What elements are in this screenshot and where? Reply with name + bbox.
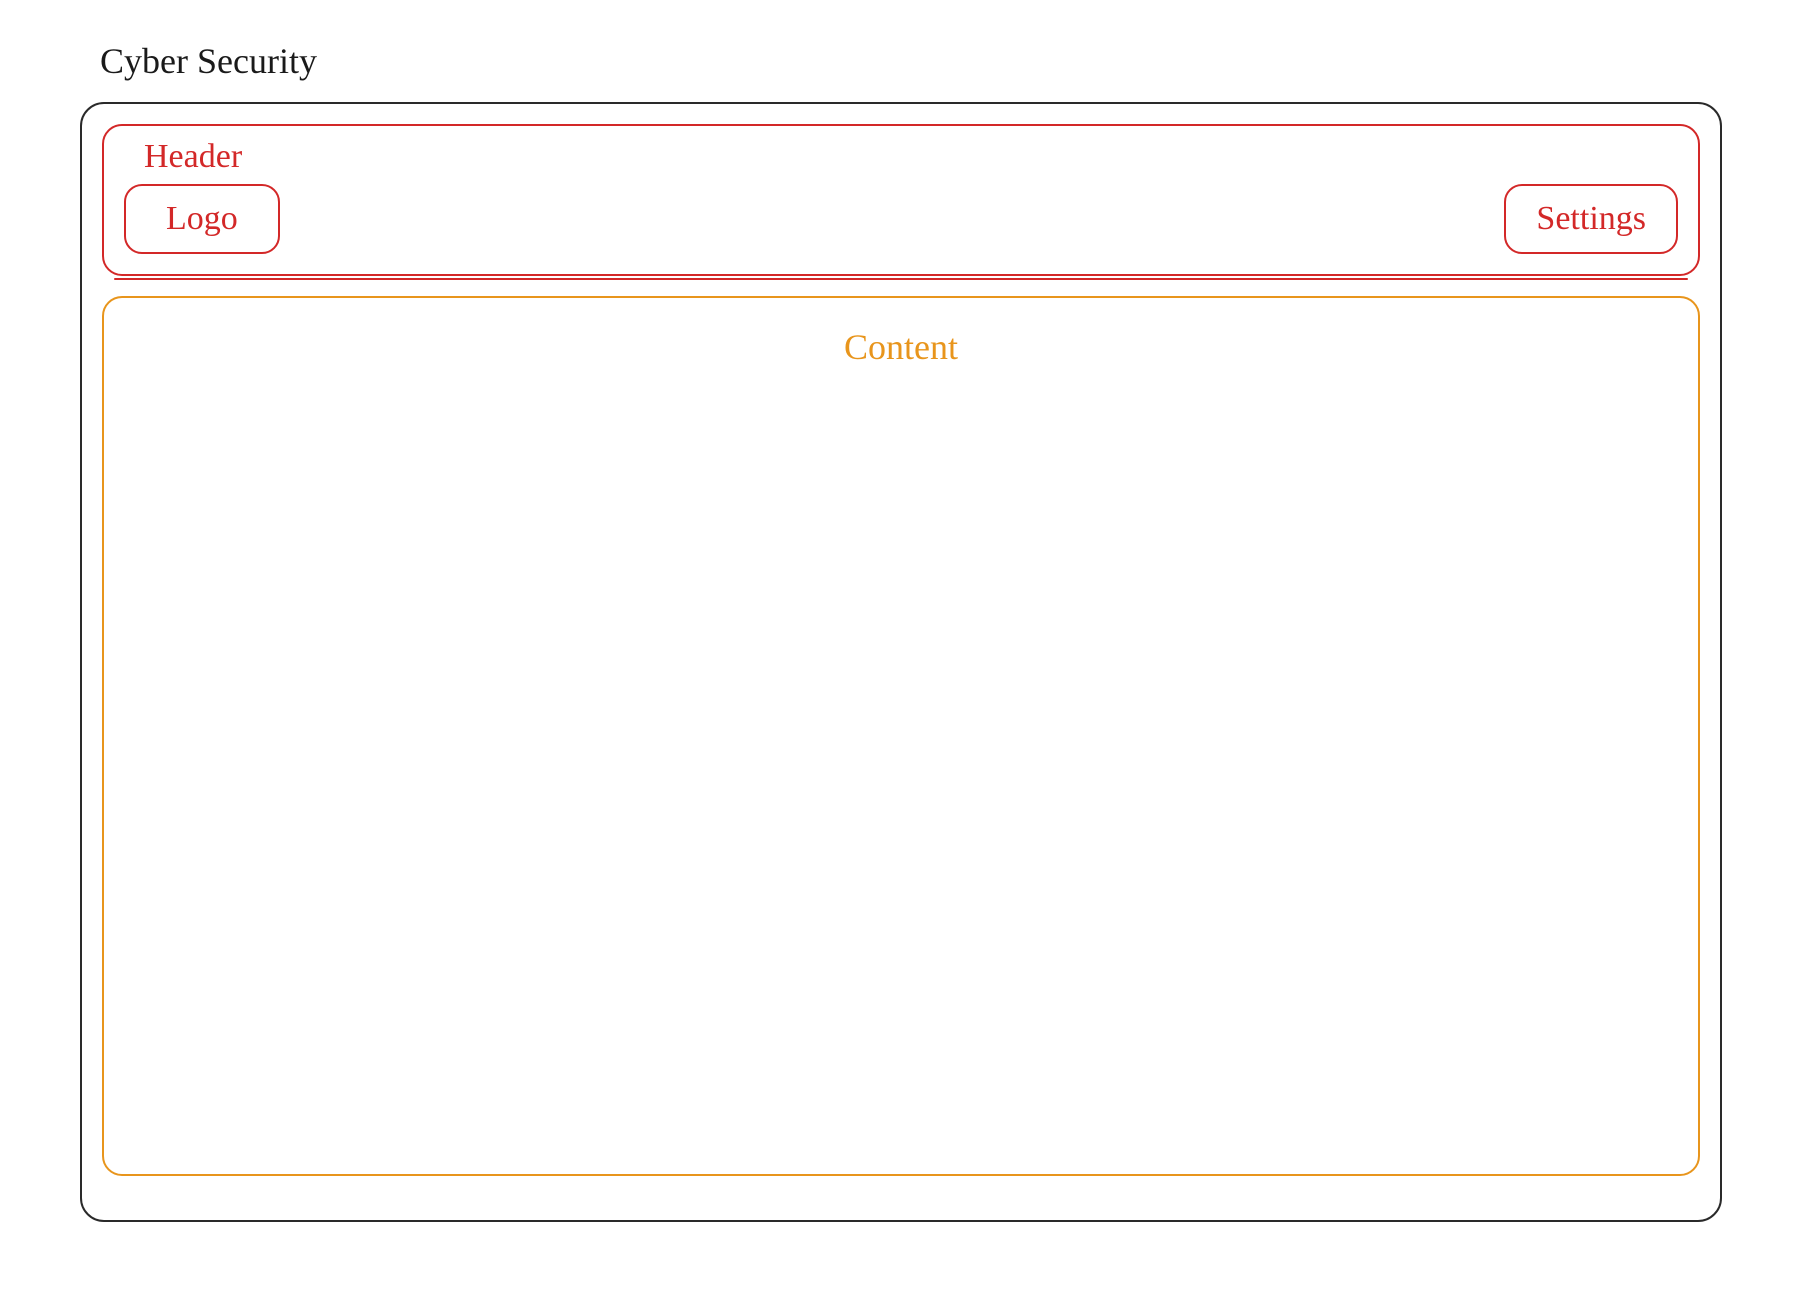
header-label: Header: [144, 138, 1678, 176]
logo-box: Logo: [124, 184, 280, 254]
app-frame: Header Logo Settings Content: [80, 102, 1722, 1222]
settings-button[interactable]: Settings: [1504, 184, 1678, 254]
content-label: Content: [124, 326, 1678, 368]
content-region: Content: [102, 296, 1700, 1176]
header-underline: [114, 278, 1688, 280]
header-row: Logo Settings: [124, 184, 1678, 254]
page-title: Cyber Security: [100, 40, 1722, 82]
header-region: Header Logo Settings: [102, 124, 1700, 276]
